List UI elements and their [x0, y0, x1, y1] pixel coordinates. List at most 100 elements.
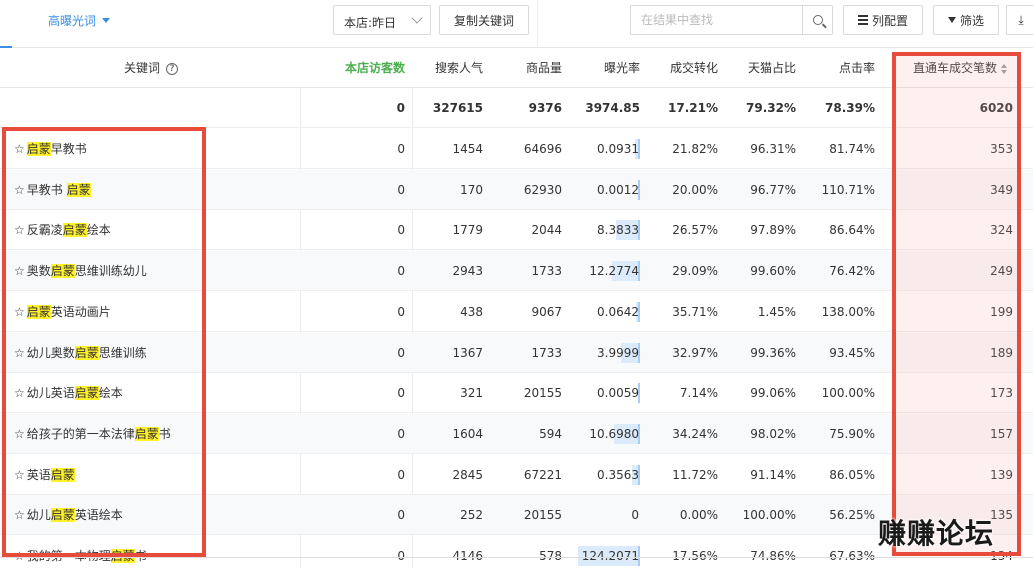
cell-conversion: 29.09%	[672, 264, 718, 279]
exposure-value: 10.6980	[589, 426, 639, 441]
copy-keywords-button[interactable]: 复制关键词	[439, 5, 529, 35]
cell-conversion: 0.00%	[679, 508, 718, 523]
cell-popularity: 2943	[452, 264, 483, 279]
cell-popularity: 321	[460, 386, 483, 401]
cell-popularity: 4146	[452, 549, 483, 563]
download-button[interactable]: ⤓	[1006, 5, 1033, 35]
total-visitors: 0	[396, 101, 405, 115]
cell-popularity: 438	[460, 304, 483, 319]
cell-visitors: 0	[397, 345, 405, 360]
cell-ctr: 56.25%	[829, 508, 875, 523]
cell-products: 594	[539, 426, 562, 441]
toolbar-divider	[537, 0, 538, 47]
cell-ctr: 86.05%	[829, 467, 875, 482]
search-input[interactable]	[631, 6, 803, 34]
cell-tmall: 1.45%	[757, 304, 796, 319]
exposure-value: 3.9999	[597, 345, 639, 360]
cell-products: 9067	[531, 304, 562, 319]
cell-products: 2044	[531, 223, 562, 238]
cell-ctr: 76.42%	[829, 264, 875, 279]
search-button[interactable]	[802, 6, 832, 34]
exposure-value: 0.0642	[597, 304, 639, 319]
header-keyword: 关键词?	[124, 48, 179, 88]
cell-ctr: 110.71%	[821, 182, 875, 197]
keyword-type-label: 高曝光词	[48, 14, 97, 28]
cell-tmall: 100.00%	[742, 508, 796, 523]
exposure-value: 0.0012	[597, 182, 639, 197]
cell-visitors: 0	[397, 142, 405, 156]
copy-keywords-label: 复制关键词	[453, 13, 514, 28]
cell-conversion: 32.97%	[672, 345, 718, 360]
header-conversion[interactable]: 成交转化	[648, 48, 718, 88]
total-tmall: 79.32%	[746, 101, 796, 115]
list-icon	[857, 15, 868, 25]
totals-row: 0 327615 9376 3974.85 17.21% 79.32% 78.3…	[0, 88, 1033, 128]
cell-visitors: 0	[397, 182, 405, 197]
cell-visitors: 0	[397, 508, 405, 523]
cell-ctr: 75.90%	[829, 426, 875, 441]
exposure-value: 0.0931	[597, 142, 639, 156]
filter-button[interactable]: 筛选	[933, 5, 999, 35]
store-period-select[interactable]: 本店:昨日	[333, 5, 431, 35]
cell-popularity: 1367	[452, 345, 483, 360]
cell-ctr: 67.63%	[829, 549, 875, 563]
header-tmall[interactable]: 天猫占比	[726, 48, 796, 88]
header-exposure[interactable]: 曝光率	[570, 48, 640, 88]
cell-popularity: 1454	[452, 142, 483, 156]
header-visitors[interactable]: 本店访客数	[300, 48, 405, 88]
total-ctr: 78.39%	[825, 101, 875, 115]
total-conversion: 17.21%	[668, 101, 718, 115]
cell-tmall: 74.86%	[750, 549, 796, 563]
cell-popularity: 252	[460, 508, 483, 523]
cell-conversion: 11.72%	[672, 467, 718, 482]
columns-config-button[interactable]: 列配置	[843, 5, 923, 35]
cell-conversion: 7.14%	[679, 386, 718, 401]
cell-products: 1733	[531, 264, 562, 279]
header-ctr[interactable]: 点击率	[804, 48, 875, 88]
cell-tmall: 99.60%	[750, 264, 796, 279]
annotation-box-ztc	[892, 52, 1021, 556]
header-popularity[interactable]: 搜索人气	[412, 48, 483, 88]
help-icon[interactable]: ?	[166, 62, 179, 75]
cell-ctr: 138.00%	[821, 304, 875, 319]
cell-exposure: 0.0012	[570, 170, 640, 210]
cell-tmall: 98.02%	[750, 426, 796, 441]
cell-exposure: 124.2071	[570, 536, 640, 571]
cell-exposure: 0.0642	[570, 292, 640, 332]
filter-icon	[947, 17, 956, 23]
cell-exposure: 10.6980	[570, 414, 640, 454]
store-period-value: 本店:昨日	[344, 16, 397, 30]
cell-tmall: 96.77%	[750, 182, 796, 197]
toolbar: 高曝光词 本店:昨日 复制关键词 列配置 筛选 ⤓	[0, 0, 1033, 48]
cell-popularity: 170	[460, 182, 483, 197]
cell-exposure: 3.9999	[570, 333, 640, 373]
annotation-box-keywords	[2, 127, 206, 557]
cell-exposure: 8.3833	[570, 210, 640, 250]
table-header: 关键词? 本店访客数 搜索人气 商品量 曝光率 成交转化 天猫占比 点击率 直通…	[0, 48, 1033, 88]
header-keyword-label: 关键词	[124, 61, 161, 75]
header-products[interactable]: 商品量	[490, 48, 562, 88]
cell-visitors: 0	[397, 467, 405, 482]
cell-tmall: 97.89%	[750, 223, 796, 238]
cell-tmall: 99.06%	[750, 386, 796, 401]
cell-conversion: 35.71%	[672, 304, 718, 319]
search-icon	[812, 15, 823, 25]
exposure-value: 8.3833	[597, 223, 639, 238]
keyword-type-dropdown[interactable]: 高曝光词	[48, 12, 111, 29]
cell-exposure: 0.0059	[570, 373, 640, 413]
cell-visitors: 0	[397, 549, 405, 563]
cell-ctr: 100.00%	[821, 386, 875, 401]
columns-config-label: 列配置	[871, 13, 908, 28]
exposure-value: 0.3563	[597, 467, 639, 482]
cell-products: 1733	[531, 345, 562, 360]
cell-ctr: 93.45%	[829, 345, 875, 360]
cell-products: 20155	[523, 386, 562, 401]
exposure-value: 12.2774	[589, 264, 639, 279]
cell-exposure: 12.2774	[570, 251, 640, 291]
watermark: 赚赚论坛	[878, 517, 995, 550]
cell-tmall: 91.14%	[750, 467, 796, 482]
cell-products: 62930	[523, 182, 562, 197]
cell-conversion: 26.57%	[672, 223, 718, 238]
cell-visitors: 0	[397, 304, 405, 319]
cell-exposure: 0.3563	[570, 455, 640, 495]
